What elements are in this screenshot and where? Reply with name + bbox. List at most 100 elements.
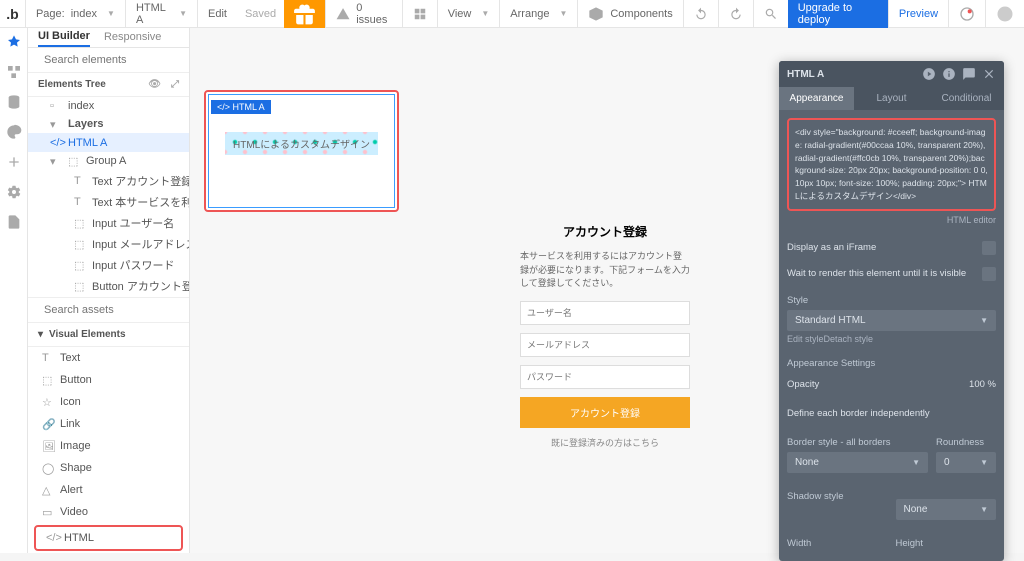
shadow-select[interactable]: None▼: [896, 499, 997, 520]
edit-link[interactable]: Edit: [197, 0, 237, 27]
image-icon: 🖼: [42, 440, 54, 452]
password-input[interactable]: [520, 365, 690, 389]
visual-item-icon[interactable]: ☆Icon: [28, 391, 189, 413]
logs-icon[interactable]: [6, 214, 22, 230]
page-selector[interactable]: Page: index ▼: [25, 0, 125, 27]
visual-item-html[interactable]: </>HTML: [34, 525, 183, 551]
wait-render-label: Wait to render this element until it is …: [787, 268, 966, 279]
input-icon: ⬚: [74, 238, 86, 250]
tab-ui-builder[interactable]: UI Builder: [38, 28, 90, 47]
warning-icon: △: [42, 484, 54, 496]
roundness-input[interactable]: 0▼: [936, 452, 996, 473]
style-select[interactable]: Standard HTML▼: [787, 310, 996, 331]
code-icon: </>: [50, 137, 62, 149]
display-iframe-label: Display as an iFrame: [787, 242, 876, 253]
chevron-down-icon: ▾: [50, 118, 62, 130]
search-assets-input[interactable]: [44, 304, 186, 316]
tab-layout[interactable]: Layout: [854, 87, 929, 110]
grid-icon[interactable]: [402, 0, 437, 27]
element-tag: </> HTML A: [211, 100, 271, 114]
tab-conditional[interactable]: Conditional: [929, 87, 1004, 110]
upgrade-button[interactable]: Upgrade to deploy: [788, 0, 888, 28]
visual-item-image[interactable]: 🖼Image: [28, 435, 189, 457]
tree-item-text-service[interactable]: TText 本サービスを利用するに...: [28, 191, 189, 212]
info-icon[interactable]: [942, 67, 956, 81]
data-icon[interactable]: [6, 94, 22, 110]
email-input[interactable]: [520, 333, 690, 357]
tree-item-button-account[interactable]: ⬚Button アカウント登録: [28, 276, 189, 297]
elements-tree-header[interactable]: Elements Tree 👁 ⤢: [28, 73, 189, 97]
visual-elements-header[interactable]: ▾Visual Elements: [28, 323, 189, 347]
detach-style-link[interactable]: Detach style: [824, 334, 874, 344]
html-editor-link[interactable]: HTML editor: [787, 215, 996, 225]
opacity-value[interactable]: 100: [969, 379, 985, 390]
visual-item-shape[interactable]: ◯Shape: [28, 457, 189, 479]
tree-item-layers[interactable]: ▾Layers: [28, 115, 189, 133]
visual-item-button[interactable]: ⬚Button: [28, 369, 189, 391]
tree-item-group-a[interactable]: ▾⬚Group A: [28, 152, 189, 170]
search-elements-input[interactable]: [44, 54, 186, 66]
warning-icon: [336, 6, 350, 22]
form-preview: アカウント登録 本サービスを利用するにはアカウント登録が必要になります。下記フォ…: [520, 223, 690, 449]
username-input[interactable]: [520, 301, 690, 325]
close-icon[interactable]: [982, 67, 996, 81]
play-icon[interactable]: [922, 67, 936, 81]
edit-style-link[interactable]: Edit style: [787, 334, 824, 344]
help-icon[interactable]: [948, 0, 985, 27]
width-label: Width: [787, 538, 888, 549]
input-icon: ⬚: [74, 259, 86, 271]
chevron-down-icon: ▼: [107, 9, 115, 18]
roundness-label: Roundness: [936, 437, 996, 448]
canvas[interactable]: </> HTML A HTMLによるカスタムデザイン アカウント登録 本サービス…: [190, 28, 1024, 553]
search-icon[interactable]: [753, 0, 788, 27]
view-menu[interactable]: View▼: [437, 0, 500, 27]
element-selector[interactable]: HTML A ▼: [125, 0, 197, 27]
preview-button[interactable]: Preview: [888, 0, 948, 27]
topbar: .b Page: index ▼ HTML A ▼ Edit Saved 0 i…: [0, 0, 1024, 28]
components-menu[interactable]: Components: [577, 0, 682, 27]
link-icon: 🔗: [42, 418, 54, 430]
login-link[interactable]: 既に登録済みの方はこちら: [520, 436, 690, 449]
tree-item-input-user[interactable]: ⬚Input ユーザー名: [28, 212, 189, 233]
height-label: Height: [896, 538, 997, 549]
tree-item-text-account[interactable]: TText アカウント登録: [28, 170, 189, 191]
tree-item-input-pass[interactable]: ⬚Input パスワード: [28, 255, 189, 276]
shadow-label: Shadow style: [787, 491, 888, 502]
tab-responsive[interactable]: Responsive: [104, 28, 161, 47]
gift-icon[interactable]: [284, 0, 325, 28]
html-element-preview[interactable]: </> HTML A HTMLによるカスタムデザイン: [204, 90, 399, 212]
comment-icon[interactable]: [962, 67, 976, 81]
visual-item-alert[interactable]: △Alert: [28, 479, 189, 501]
opacity-label: Opacity: [787, 379, 819, 390]
styles-icon[interactable]: [6, 124, 22, 140]
tab-appearance[interactable]: Appearance: [779, 87, 854, 110]
border-style-select[interactable]: None▼: [787, 452, 928, 473]
video-icon: ▭: [42, 506, 54, 518]
app-logo[interactable]: .b: [0, 0, 25, 28]
design-icon[interactable]: [6, 34, 22, 50]
form-description: 本サービスを利用するにはアカウント登録が必要になります。下記フォームを入力して登…: [520, 250, 690, 291]
issues-link[interactable]: 0 issues: [325, 0, 402, 27]
user-avatar[interactable]: [985, 0, 1024, 27]
visual-item-text[interactable]: TText: [28, 347, 189, 369]
eye-icon[interactable]: 👁: [148, 79, 161, 90]
arrange-menu[interactable]: Arrange▼: [499, 0, 577, 27]
display-iframe-checkbox[interactable]: [982, 241, 996, 255]
form-title: アカウント登録: [520, 223, 690, 240]
button-icon: ⬚: [42, 374, 54, 386]
plugins-icon[interactable]: [6, 154, 22, 170]
tree-item-index[interactable]: ▫index: [28, 97, 189, 115]
redo-icon[interactable]: [718, 0, 753, 27]
visual-item-link[interactable]: 🔗Link: [28, 413, 189, 435]
tree-item-html-a[interactable]: </>HTML A: [28, 133, 189, 151]
text-icon: T: [74, 196, 86, 208]
tree-item-input-mail[interactable]: ⬚Input メールアドレス: [28, 234, 189, 255]
wait-render-checkbox[interactable]: [982, 267, 996, 281]
expand-icon[interactable]: ⤢: [171, 79, 179, 90]
html-code-editor[interactable]: <div style="background: #cceeff; backgro…: [787, 118, 996, 211]
settings-icon[interactable]: [6, 184, 22, 200]
undo-icon[interactable]: [683, 0, 718, 27]
visual-item-video[interactable]: ▭Video: [28, 501, 189, 523]
workflow-icon[interactable]: [6, 64, 22, 80]
register-button[interactable]: アカウント登録: [520, 397, 690, 428]
